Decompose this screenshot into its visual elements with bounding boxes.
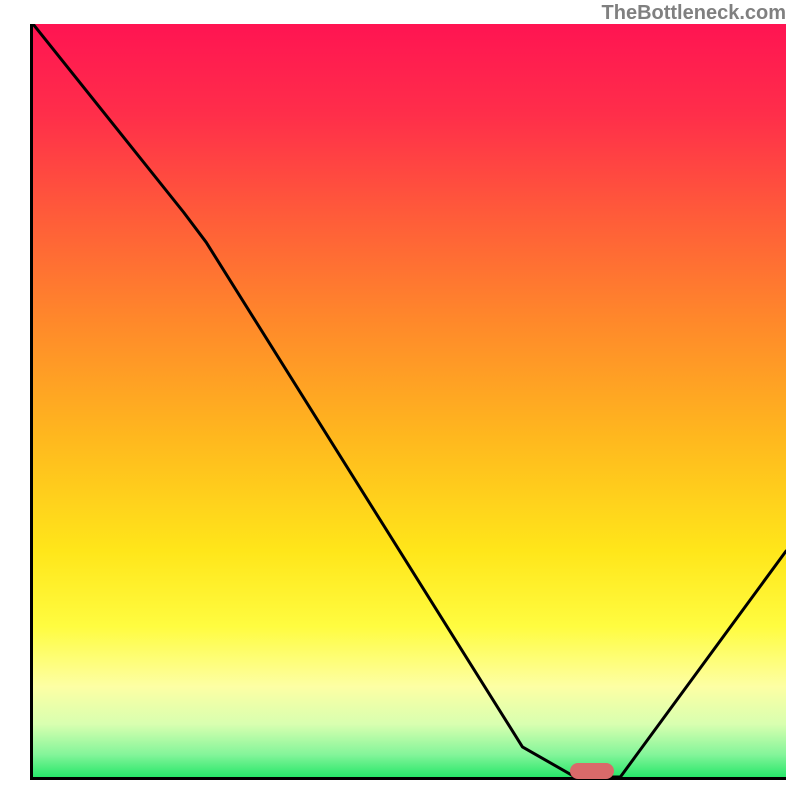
plot-area [30, 24, 786, 780]
bottleneck-curve [33, 24, 786, 777]
watermark-text: TheBottleneck.com [602, 2, 786, 25]
optimal-marker [570, 763, 614, 779]
